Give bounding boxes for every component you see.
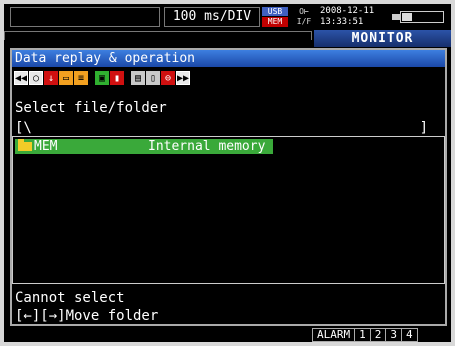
fast-forward-icon[interactable]: ▶▶ bbox=[176, 71, 190, 85]
folder-icon[interactable]: ▭ bbox=[59, 71, 73, 85]
mem-label: MEM bbox=[262, 17, 288, 27]
rewind-icon[interactable]: ◀◀ bbox=[14, 71, 28, 85]
datetime: 2008-12-11 13:33:51 bbox=[320, 6, 382, 28]
select-prompt: Select file/folder bbox=[15, 100, 167, 116]
status-bar: 100 ms/DIV USB MEM O⊢ I/F 2008-12-11 13:… bbox=[4, 4, 451, 30]
date-text: 2008-12-11 bbox=[320, 6, 375, 16]
alarm-channel: 3 bbox=[386, 329, 402, 341]
usb-label: USB bbox=[262, 7, 288, 16]
toolbar: ◀◀ ○ ↓ ▭ ≡ ▣ ▮ ▤ ▯ ⊖ ▶▶ bbox=[14, 71, 190, 87]
file-name: MEM bbox=[34, 139, 58, 154]
document-icon[interactable]: ▯ bbox=[146, 71, 160, 85]
file-row[interactable]: MEM Internal memory bbox=[15, 139, 273, 154]
device-screen: 100 ms/DIV USB MEM O⊢ I/F 2008-12-11 13:… bbox=[4, 4, 451, 342]
interface-top-label: O⊢ bbox=[299, 7, 309, 16]
battery-icon bbox=[392, 11, 446, 23]
download-arrow-icon[interactable]: ↓ bbox=[44, 71, 58, 85]
folder-list-icon[interactable]: ≡ bbox=[74, 71, 88, 85]
status-field-blank bbox=[10, 7, 160, 27]
delete-icon[interactable]: ▮ bbox=[110, 71, 124, 85]
path-close-bracket: ] bbox=[419, 120, 428, 136]
file-description: Internal memory bbox=[148, 139, 266, 154]
data-replay-window: Data replay & operation ◀◀ ○ ↓ ▭ ≡ ▣ ▮ ▤… bbox=[10, 48, 447, 326]
save-icon[interactable]: ▤ bbox=[131, 71, 145, 85]
alarm-channel: 4 bbox=[406, 328, 413, 341]
alarm-label: ALARM bbox=[313, 329, 356, 341]
path-text: [\ bbox=[15, 120, 32, 136]
copy-icon[interactable]: ▣ bbox=[95, 71, 109, 85]
sampling-rate: 100 ms/DIV bbox=[164, 7, 260, 27]
bottom-bar: ALARM 1 2 3 4 bbox=[4, 328, 451, 342]
navigation-hint: [←][→]Move folder bbox=[15, 308, 159, 324]
alarm-channel: 2 bbox=[371, 329, 387, 341]
file-list: MEM Internal memory bbox=[12, 136, 445, 284]
format-icon[interactable]: ⊖ bbox=[161, 71, 175, 85]
folder-icon bbox=[18, 139, 32, 151]
search-icon[interactable]: ○ bbox=[29, 71, 43, 85]
interface-indicator: O⊢ I/F bbox=[292, 7, 316, 27]
header-divider bbox=[4, 31, 312, 40]
current-path: [\ ] bbox=[15, 120, 440, 136]
window-title: Data replay & operation bbox=[12, 50, 445, 67]
alarm-channel: 1 bbox=[355, 329, 371, 341]
usb-mem-indicator: USB MEM bbox=[262, 7, 288, 27]
time-text: 13:33:51 bbox=[320, 17, 364, 27]
status-message: Cannot select bbox=[15, 290, 125, 306]
interface-bottom-label: I/F bbox=[296, 17, 312, 26]
alarm-indicator: ALARM 1 2 3 4 bbox=[312, 328, 418, 342]
mode-tab-monitor[interactable]: MONITOR bbox=[314, 30, 451, 47]
